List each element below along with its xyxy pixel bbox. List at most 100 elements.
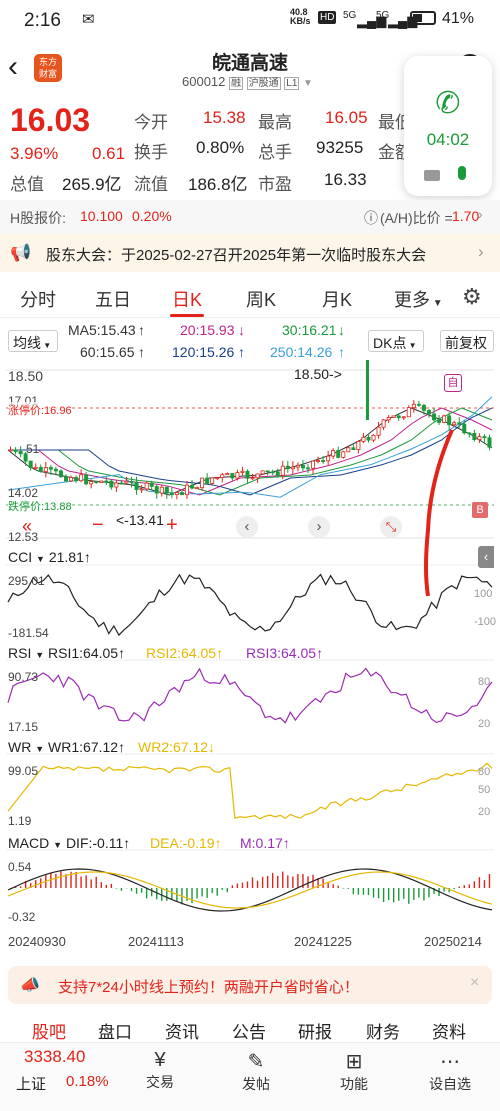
rsi2-value: RSI2:64.05↑ <box>146 645 224 661</box>
call-timer: 04:02 <box>426 130 470 149</box>
candle-body <box>13 449 18 452</box>
tag-connect: 沪股通 <box>246 77 281 90</box>
tag-margin: 融 <box>229 77 244 90</box>
candle-body <box>215 477 220 479</box>
candle-body <box>421 404 426 411</box>
candle-body <box>205 477 210 484</box>
rsi-line <box>7 667 493 724</box>
wr2-value: WR2:67.12↓ <box>138 739 216 755</box>
promo-banner[interactable]: 📣 支持7*24小时线上预约！两融开户省时省心！ × <box>8 966 492 1004</box>
tab-monthly-k[interactable]: 月K <box>322 286 352 312</box>
zoom-in-icon[interactable]: + <box>166 514 178 537</box>
kline-y-3: 51 <box>26 442 40 456</box>
btab-forum[interactable]: 股吧 <box>32 1018 66 1043</box>
candle-body <box>437 419 442 423</box>
candle-body <box>119 482 124 485</box>
wr1-value: WR1:67.12 <box>48 739 119 755</box>
phone-icon[interactable]: ✆ <box>430 86 466 122</box>
macd-title[interactable]: MACD ▼ DIF:-0.11↑ <box>8 835 130 851</box>
notice-bar[interactable]: 📢 股东大会：于2025-02-27召开2025年第一次临时股东大会 › <box>0 234 500 272</box>
macd-y-bottom: -0.32 <box>8 910 36 924</box>
net-speed-unit: KB/s <box>290 16 311 26</box>
macd-m-text: M:0.17 <box>240 835 283 851</box>
candle-body <box>265 470 270 473</box>
candle-body <box>467 432 472 435</box>
zoom-out-icon[interactable]: − <box>92 514 104 537</box>
grid-icon: ⊞ <box>345 1051 363 1073</box>
candle-body <box>245 470 250 479</box>
rsi-title[interactable]: RSI ▼ RSI1:64.05↑ <box>8 645 125 661</box>
limit-up-label: 涨停价:16.96 <box>8 402 72 418</box>
rsi3-value: RSI3:64.05↑ <box>246 645 324 661</box>
candle-body <box>462 423 467 434</box>
post-icon: ✎ <box>247 1051 265 1073</box>
next-icon[interactable]: › <box>308 516 330 538</box>
candle-body <box>48 467 53 470</box>
tab-weekly-k[interactable]: 周K <box>246 286 276 312</box>
promo-close-icon[interactable]: × <box>470 974 479 992</box>
high-value: 16.05 <box>325 108 368 127</box>
candle-body <box>260 470 265 475</box>
nav-watchlist[interactable]: ⋯ 设自选 <box>420 1049 480 1094</box>
rsi-name: RSI <box>8 645 32 661</box>
volume-value: 93255 <box>316 138 364 157</box>
scroll-left-icon[interactable]: « <box>22 516 32 537</box>
nav-functions[interactable]: ⊞ 功能 <box>324 1049 384 1094</box>
candle-body <box>426 410 431 415</box>
candle-body <box>255 473 260 479</box>
nav-post[interactable]: ✎ 发帖 <box>226 1049 286 1094</box>
tab-daily-k[interactable]: 日K <box>172 286 202 312</box>
fullscreen-icon[interactable]: ⤡ <box>380 516 402 538</box>
cci-title[interactable]: CCI ▼ 21.81↑ <box>8 549 91 565</box>
candle-body <box>89 481 94 485</box>
candle-body <box>316 460 321 462</box>
dk-point-button[interactable]: DK点 ▼ <box>368 330 424 352</box>
rsi-r2: 20 <box>478 718 491 730</box>
tab-intraday[interactable]: 分时 <box>20 286 56 312</box>
btab-orderbook[interactable]: 盘口 <box>98 1018 132 1043</box>
btab-profile[interactable]: 资料 <box>432 1018 466 1043</box>
candle-body <box>351 447 356 450</box>
spike-candle <box>365 360 369 420</box>
wr-panel <box>6 753 494 820</box>
nav-post-label: 发帖 <box>242 1076 270 1092</box>
h-share-bar[interactable]: H股报价: 10.100 0.20% ⓘ (A/H)比价 = 1.70 › <box>0 200 500 234</box>
max-price-label: 18.50-> <box>294 366 342 382</box>
nav-trade[interactable]: ¥ 交易 <box>130 1049 190 1092</box>
self-marker: 自 <box>444 374 462 392</box>
wr2-text: WR2:67.12 <box>138 739 209 755</box>
settings-gear-icon[interactable]: ⚙ <box>462 284 482 310</box>
collapse-icon[interactable]: ‹ <box>478 546 494 568</box>
battery-icon <box>410 11 436 25</box>
candle-body <box>33 466 38 469</box>
tab-more[interactable]: 更多 ▼ <box>394 286 443 312</box>
macd-panel <box>6 849 494 912</box>
tab-more-label: 更多 <box>394 290 430 310</box>
h-share-price: 10.100 <box>80 208 123 224</box>
stock-code-row[interactable]: 600012 融 沪股通 L1 ▼ <box>182 74 313 90</box>
candle-body <box>447 415 452 426</box>
wr-title[interactable]: WR ▼ WR1:67.12↑ <box>8 739 125 755</box>
mic-icon[interactable] <box>458 166 466 180</box>
candle-body <box>190 484 195 489</box>
tab-five-day[interactable]: 五日 <box>95 286 131 312</box>
prev-icon[interactable]: ‹ <box>236 516 258 538</box>
call-widget[interactable]: ✆ 04:02 <box>404 56 492 196</box>
candle-body <box>305 467 310 470</box>
ma250-value: 250:14.26 <box>270 344 333 360</box>
btab-finance[interactable]: 财务 <box>366 1018 400 1043</box>
candle-body <box>270 471 275 474</box>
wr-name: WR <box>8 739 32 755</box>
btab-news[interactable]: 资讯 <box>165 1018 199 1043</box>
btab-announcements[interactable]: 公告 <box>232 1018 266 1043</box>
btab-research[interactable]: 研报 <box>298 1018 332 1043</box>
candle-body <box>482 436 487 439</box>
notice-text: 股东大会：于2025-02-27召开2025年第一次临时股东大会 <box>46 247 427 264</box>
open-label: 今开 <box>134 113 168 132</box>
video-icon[interactable] <box>424 170 440 181</box>
adjust-button[interactable]: 前复权 <box>440 330 494 352</box>
candle-body <box>210 477 215 484</box>
candle-body <box>416 403 421 406</box>
ma-selector[interactable]: 均线 ▼ <box>8 330 58 352</box>
candle-body <box>43 467 48 473</box>
